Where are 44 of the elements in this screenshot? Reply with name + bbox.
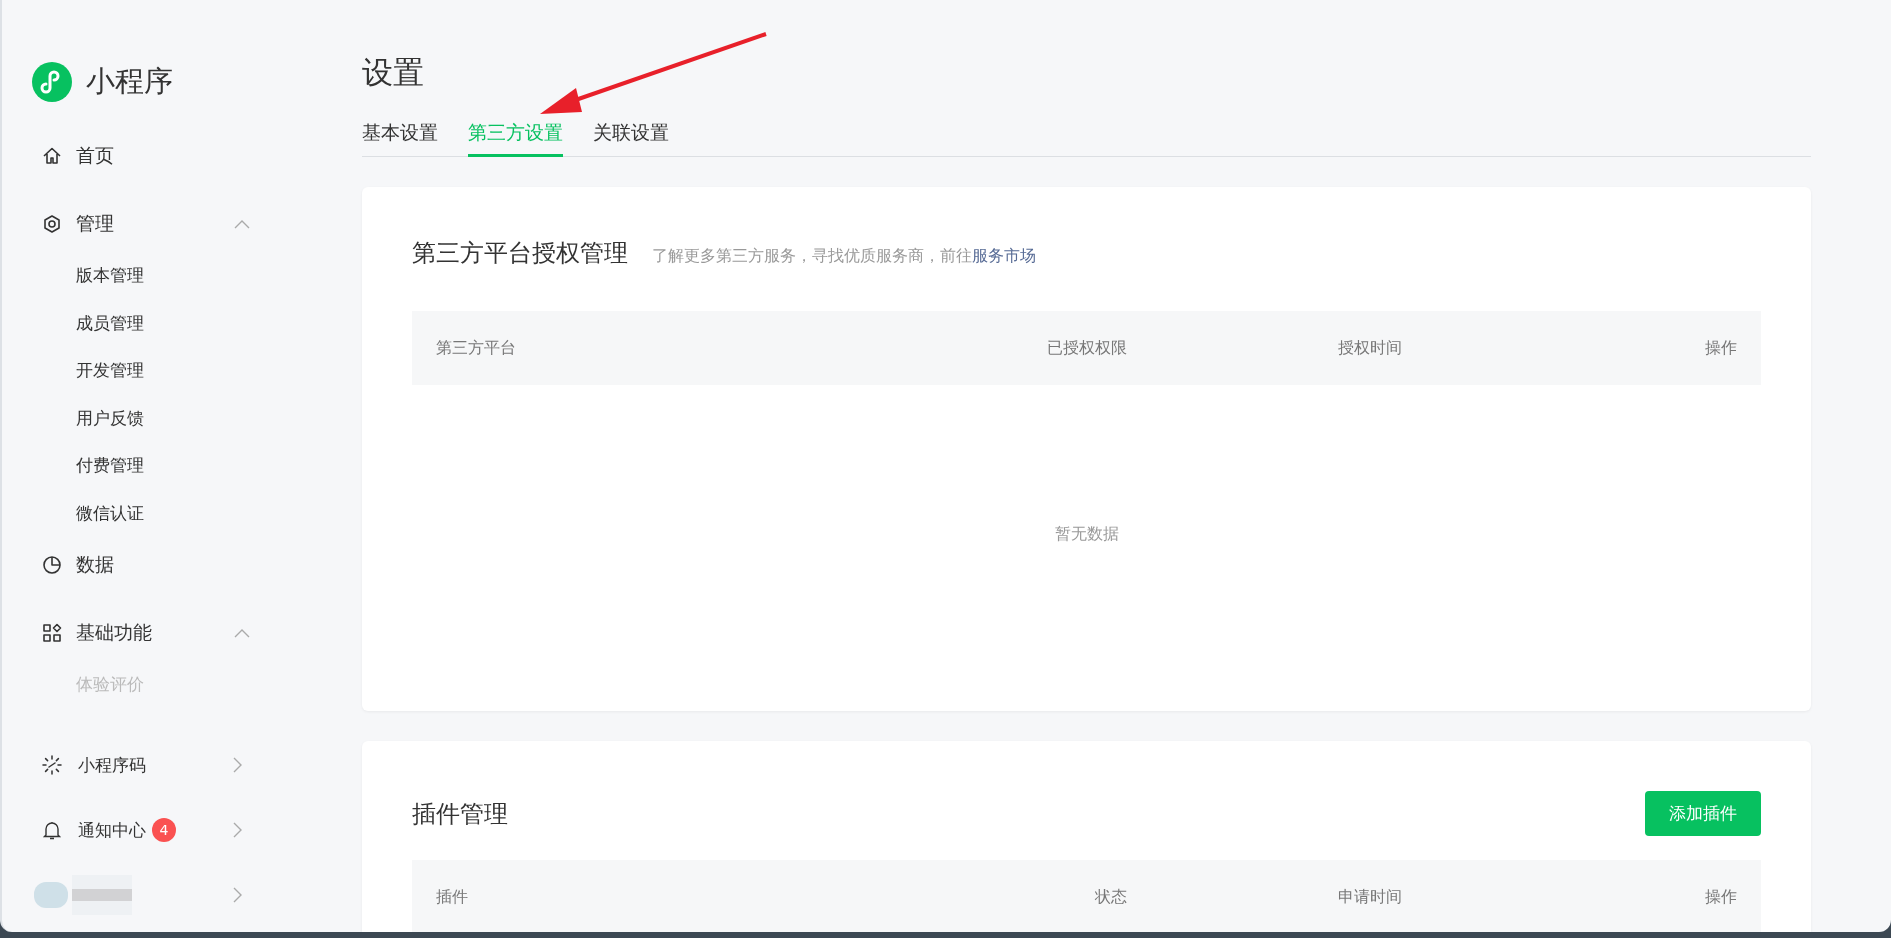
column-header: 第三方平台 <box>436 337 517 359</box>
hexagon-icon <box>42 214 62 234</box>
chevron-icon[interactable] <box>234 628 250 638</box>
column-header: 操作 <box>1705 886 1737 908</box>
tab[interactable]: 基本设置 <box>362 114 438 157</box>
tab[interactable]: 关联设置 <box>593 114 669 157</box>
section-title: 第三方平台授权管理 <box>412 238 628 269</box>
column-header: 插件 <box>436 886 469 908</box>
page-title: 设置 <box>362 53 425 92</box>
column-header: 已授权权限 <box>1047 337 1127 359</box>
nav-item[interactable]: 通知中心 <box>78 818 146 842</box>
nav-item[interactable]: 小程序码 <box>78 753 146 777</box>
nav-item[interactable]: 基础功能 <box>76 620 152 646</box>
column-header: 操作 <box>1705 337 1737 359</box>
nav-subitem[interactable]: 微信认证 <box>2 489 144 537</box>
chevron-icon[interactable] <box>233 822 243 838</box>
blurred-account-name <box>72 875 132 915</box>
hint-text: 了解更多第三方服务，寻找优质服务商，前往 <box>652 246 972 267</box>
grid-icon <box>42 623 62 643</box>
service-market-link[interactable]: 服务市场 <box>972 246 1036 267</box>
section-title: 插件管理 <box>412 798 508 830</box>
sparkle-icon <box>42 755 62 775</box>
avatar-placeholder[interactable] <box>34 882 68 908</box>
column-header: 授权时间 <box>1338 337 1402 359</box>
notification-badge: 4 <box>152 818 176 842</box>
logo-icon <box>32 62 72 102</box>
column-header: 申请时间 <box>1338 886 1402 908</box>
pie-chart-icon <box>42 555 62 575</box>
nav-item[interactable]: 数据 <box>76 552 114 578</box>
app-name: 小程序 <box>86 63 173 100</box>
nav-item[interactable]: 管理 <box>76 211 114 237</box>
empty-state-text: 暂无数据 <box>1054 523 1119 545</box>
chevron-icon[interactable] <box>234 219 250 229</box>
bell-icon <box>42 820 62 840</box>
home-icon <box>42 146 62 166</box>
nav-subitem[interactable]: 用户反馈 <box>2 394 144 442</box>
column-header: 状态 <box>1095 886 1127 908</box>
nav-subitem[interactable]: 付费管理 <box>2 442 144 490</box>
chevron-icon[interactable] <box>233 887 243 903</box>
nav-subitem[interactable]: 版本管理 <box>2 252 144 300</box>
chevron-icon[interactable] <box>233 757 243 773</box>
nav-subitem[interactable]: 开发管理 <box>2 347 144 395</box>
nav-item[interactable]: 首页 <box>76 143 114 169</box>
nav-subitem[interactable]: 成员管理 <box>2 299 144 347</box>
